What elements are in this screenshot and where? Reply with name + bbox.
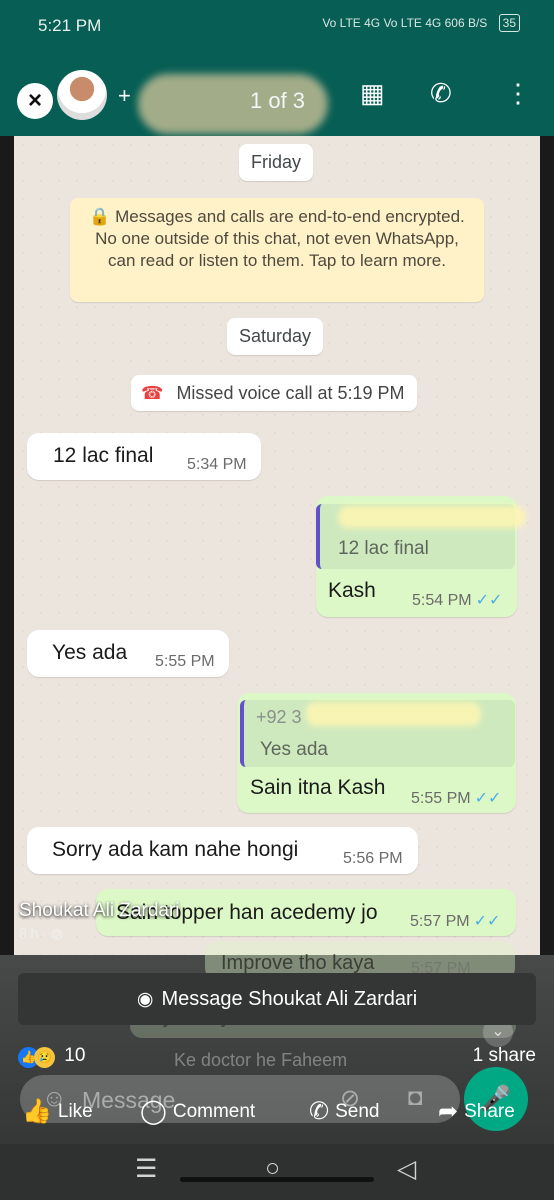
faded-message-text: Improve tho kaya [221,952,375,974]
date-pill-friday: Friday [239,144,314,181]
status-time: 5:21 PM [38,16,102,35]
quoted-message[interactable]: 12 lac final [316,504,526,569]
message-time-text: 5:55 PM [411,790,471,807]
close-icon[interactable]: × [17,83,53,119]
quoted-text: 12 lac final [338,538,429,559]
like-icon: 👍 [22,1098,52,1125]
share-count[interactable]: 1 share [473,1045,536,1067]
read-receipt-icon: ✓✓ [474,790,502,807]
message-time: 5:54 PM ✓✓ [412,590,502,610]
comment-icon: ◯ [140,1098,167,1125]
message-text: Sorry ada kam nahe hongi [52,838,299,861]
reaction-count: 10 [64,1045,86,1066]
quoted-message[interactable]: +92 3 Yes ada [240,700,515,767]
blurred-quote-sender [306,702,481,726]
message-time-text: 5:57 PM [410,913,470,930]
message-time: 5:57 PM ✓✓ [410,911,500,931]
message-outgoing[interactable]: +92 3 Yes ada Sain itna Kash 5:55 PM ✓✓ [237,693,516,813]
share-button[interactable]: ➦ Share [438,1097,515,1126]
comment-button[interactable]: ◯ Comment [140,1097,255,1126]
shop-icon[interactable]: ▦ [360,78,385,109]
post-author[interactable]: Shoukat Ali Zardari [19,900,180,922]
read-receipt-icon: ✓✓ [473,913,501,930]
back-nav-icon[interactable]: ◁ [397,1154,416,1184]
share-icon: ➦ [438,1098,459,1125]
globe-icon: ◍ [50,925,64,941]
comment-label: Comment [172,1101,256,1122]
message-incoming[interactable]: Sorry ada kam nahe hongi 5:56 PM [27,827,418,874]
message-outgoing[interactable]: 12 lac final Kash 5:54 PM ✓✓ [316,496,526,617]
network-indicators: Vo LTE 4G Vo LTE 4G 606 B/S [322,16,488,30]
message-text: Yes ada [52,641,128,664]
missed-call-icon: ☎ [141,383,164,403]
post-time: 8 h · ◍ [19,925,64,941]
like-label: Like [57,1101,93,1122]
menu-nav-icon[interactable]: ☰ [135,1154,157,1184]
post-time-text: 8 h [19,925,39,941]
date-pill-saturday: Saturday [227,318,324,355]
encryption-notice[interactable]: 🔒 Messages and calls are end-to-end encr… [70,198,484,302]
quoted-sender: +92 3 [256,707,302,727]
quoted-text: Yes ada [260,739,328,760]
avatar[interactable] [57,70,107,120]
message-text: Sain itna Kash [250,776,386,799]
message-time: 5:55 PM [155,653,215,670]
sad-reaction-icon: 😢 [34,1047,55,1068]
system-nav-bar: ☰ ○ ◁ [0,1144,554,1200]
send-label: Send [335,1101,380,1122]
reaction-summary[interactable]: 👍😢 10 [18,1045,85,1068]
read-receipt-icon: ✓✓ [475,592,503,609]
message-text: Kash [328,579,376,602]
call-add-icon[interactable]: ✆ [430,78,452,109]
message-author-label: Message Shoukat Ali Zardari [161,988,418,1010]
send-icon: ✆ [309,1098,330,1125]
gesture-bar [180,1177,374,1182]
send-button[interactable]: ✆ Send [309,1097,379,1126]
more-icon[interactable]: ⋮ [505,78,531,109]
missed-call-text: Missed voice call at 5:19 PM [176,383,405,403]
post-actions: 👍 Like ◯ Comment ✆ Send ➦ Share [0,1097,554,1143]
status-indicators: Vo LTE 4G Vo LTE 4G 606 B/S 35 [322,14,520,32]
battery-icon: 35 [498,14,520,32]
message-time: 5:55 PM ✓✓ [411,788,501,808]
message-author-button[interactable]: ◉ Message Shoukat Ali Zardari [18,973,536,1025]
message-time: 5:34 PM [187,456,247,473]
faded-message: Ke doctor he Faheem [160,1046,400,1072]
page-counter: 1 of 3 [250,88,306,113]
message-text: 12 lac final [53,444,154,467]
missed-call-notice[interactable]: ☎ Missed voice call at 5:19 PM [131,375,417,411]
message-incoming[interactable]: Yes ada 5:55 PM [27,630,229,677]
message-incoming[interactable]: 12 lac final 5:34 PM [27,433,261,480]
faded-message-text: Ke doctor he Faheem [174,1050,348,1070]
blurred-quote-sender [338,506,526,528]
share-label: Share [464,1101,515,1122]
encryption-notice-text: 🔒 Messages and calls are end-to-end encr… [89,207,465,270]
plus-icon: + [118,83,131,108]
messenger-icon: ◉ [136,989,154,1010]
like-button[interactable]: 👍 Like [22,1097,93,1126]
message-time: 5:56 PM [343,850,403,867]
message-time-text: 5:54 PM [412,592,472,609]
